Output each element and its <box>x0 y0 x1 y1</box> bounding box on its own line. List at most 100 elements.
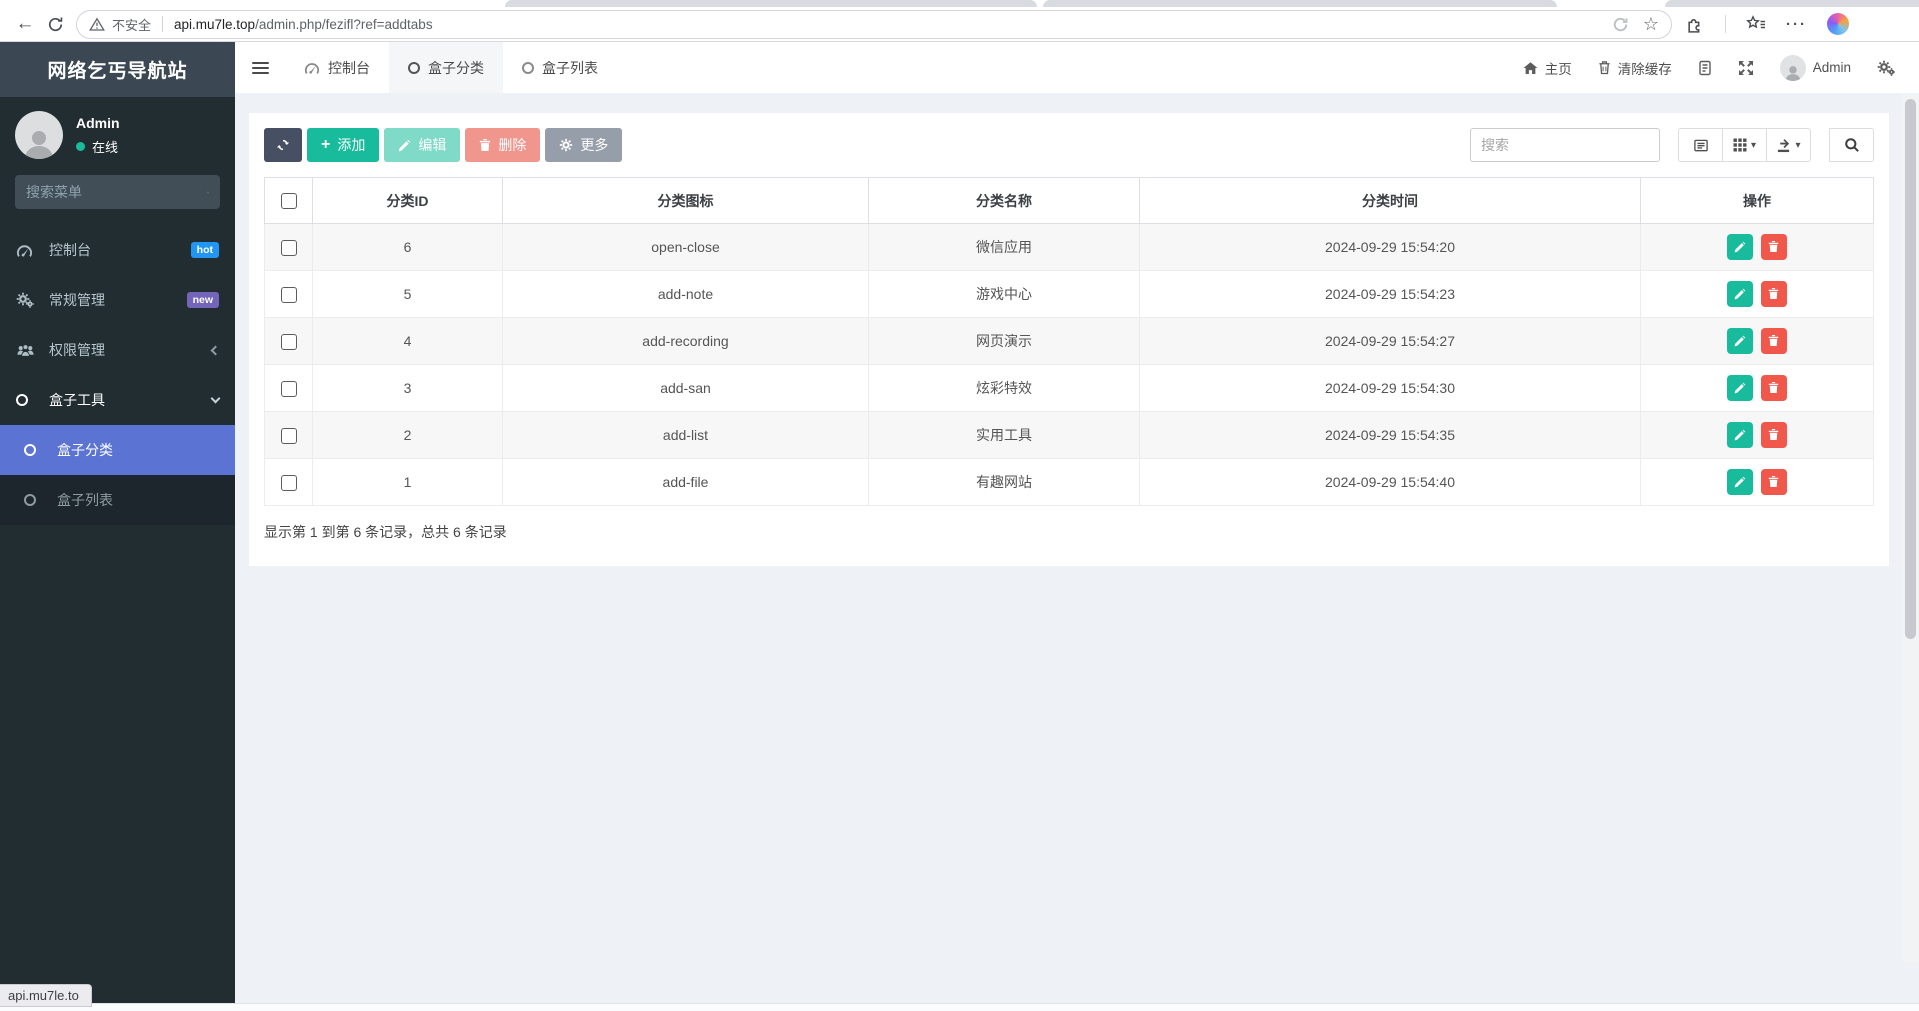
scrollbar-thumb[interactable] <box>1905 99 1916 639</box>
row-edit-button[interactable] <box>1727 328 1753 354</box>
refresh-button[interactable] <box>264 128 302 162</box>
url-host: api.mu7le.top <box>174 17 255 32</box>
clear-cache-button[interactable]: 清除缓存 <box>1598 58 1672 78</box>
more-button[interactable]: 更多 <box>545 128 622 162</box>
row-checkbox-cell <box>265 224 313 271</box>
sidebar-item-label: 权限管理 <box>49 340 105 360</box>
refresh-icon <box>276 138 290 152</box>
caret-down-icon: ▾ <box>1751 140 1756 151</box>
cell-category-icon: open-close <box>503 224 869 271</box>
cell-operations <box>1641 412 1874 459</box>
search-icon[interactable] <box>207 185 209 200</box>
circle-o-icon <box>408 62 420 74</box>
sidebar-item-permissions[interactable]: 权限管理 <box>0 325 235 375</box>
tab-label: 控制台 <box>328 58 370 78</box>
detail-view-button[interactable] <box>1678 128 1723 162</box>
user-menu[interactable]: Admin <box>1780 55 1851 81</box>
data-panel: + 添加 编辑 删除 <box>249 113 1889 566</box>
columns-view-button[interactable]: ▾ <box>1722 128 1767 162</box>
extensions-icon[interactable] <box>1686 15 1705 34</box>
cell-operations <box>1641 271 1874 318</box>
home-link[interactable]: 主页 <box>1523 58 1572 78</box>
export-button[interactable]: ▾ <box>1766 128 1811 162</box>
security-label: 不安全 <box>112 15 151 34</box>
favorites-bar-icon[interactable] <box>1746 15 1766 33</box>
row-delete-button[interactable] <box>1761 328 1787 354</box>
sidebar-item-label: 常规管理 <box>49 290 105 310</box>
row-checkbox[interactable] <box>281 240 297 256</box>
sidebar-item-general[interactable]: 常规管理 new <box>0 275 235 325</box>
header-checkbox-cell <box>265 178 313 224</box>
gears-icon <box>16 292 40 308</box>
online-label: 在线 <box>92 137 118 156</box>
row-checkbox[interactable] <box>281 428 297 444</box>
page-scrollbar[interactable] <box>1902 93 1919 962</box>
fullscreen-button[interactable] <box>1738 60 1754 76</box>
sidebar-toggle-button[interactable] <box>235 42 285 93</box>
cell-category-time: 2024-09-29 15:54:27 <box>1140 318 1641 365</box>
column-header-id: 分类ID <box>313 178 503 224</box>
select-all-checkbox[interactable] <box>281 193 297 209</box>
cell-category-icon: add-note <box>503 271 869 318</box>
column-header-name: 分类名称 <box>869 178 1140 224</box>
more-label: 更多 <box>580 135 608 155</box>
home-icon <box>1523 61 1538 75</box>
settings-button[interactable] <box>1877 60 1895 76</box>
row-checkbox[interactable] <box>281 381 297 397</box>
edit-button[interactable]: 编辑 <box>384 128 460 162</box>
row-delete-button[interactable] <box>1761 375 1787 401</box>
row-delete-button[interactable] <box>1761 469 1787 495</box>
row-checkbox[interactable] <box>281 475 297 491</box>
row-edit-button[interactable] <box>1727 234 1753 260</box>
sidebar-menu: 控制台 hot 常规管理 <box>0 225 235 525</box>
sidebar-item-box-category[interactable]: 盒子分类 <box>0 425 235 475</box>
hot-badge: hot <box>191 242 219 258</box>
back-icon: ← <box>16 13 35 35</box>
user-status: 在线 <box>76 137 120 156</box>
sidebar-item-dashboard[interactable]: 控制台 hot <box>0 225 235 275</box>
add-button[interactable]: + 添加 <box>307 128 379 162</box>
bottom-strip <box>0 1003 1919 1011</box>
browser-tab-silhouette[interactable] <box>1665 0 1919 7</box>
cell-category-id: 1 <box>313 459 503 506</box>
bookmark-star-icon[interactable]: ☆ <box>1643 15 1659 33</box>
grid-icon <box>1733 138 1747 152</box>
user-avatar[interactable] <box>15 111 63 159</box>
row-delete-button[interactable] <box>1761 281 1787 307</box>
table-row: 3 add-san 炫彩特效 2024-09-29 15:54:30 <box>265 365 1874 412</box>
browser-menu-icon[interactable]: ··· <box>1786 16 1807 33</box>
row-edit-button[interactable] <box>1727 469 1753 495</box>
row-edit-button[interactable] <box>1727 375 1753 401</box>
row-checkbox[interactable] <box>281 287 297 303</box>
row-edit-button[interactable] <box>1727 281 1753 307</box>
browser-tab-silhouette[interactable] <box>1043 0 1557 7</box>
reload-icon <box>47 16 64 33</box>
reload-button[interactable] <box>40 9 70 39</box>
back-button[interactable]: ← <box>10 9 40 39</box>
advanced-search-button[interactable] <box>1829 128 1874 162</box>
sidebar-search-input[interactable] <box>26 184 207 200</box>
tab-box-category[interactable]: 盒子分类 <box>389 42 503 93</box>
row-delete-button[interactable] <box>1761 422 1787 448</box>
users-icon <box>16 343 40 358</box>
trash-icon <box>1768 287 1779 300</box>
language-doc-button[interactable] <box>1698 60 1712 76</box>
address-bar[interactable]: 不安全 api.mu7le.top/admin.php/fezifl?ref=a… <box>76 10 1672 39</box>
sidebar-item-box-list[interactable]: 盒子列表 <box>0 475 235 525</box>
add-label: 添加 <box>337 135 365 155</box>
tab-dashboard[interactable]: 控制台 <box>285 42 389 93</box>
cell-category-icon: add-file <box>503 459 869 506</box>
sidebar-item-box-tools[interactable]: 盒子工具 <box>0 375 235 425</box>
tab-box-list[interactable]: 盒子列表 <box>503 42 617 93</box>
row-edit-button[interactable] <box>1727 422 1753 448</box>
table-search-input[interactable] <box>1470 128 1660 162</box>
browser-tab-silhouette[interactable] <box>505 0 1037 7</box>
cell-category-id: 4 <box>313 318 503 365</box>
delete-button[interactable]: 删除 <box>465 128 540 162</box>
row-delete-button[interactable] <box>1761 234 1787 260</box>
page-refresh-icon[interactable] <box>1612 16 1629 33</box>
row-checkbox[interactable] <box>281 334 297 350</box>
copilot-icon[interactable] <box>1827 13 1849 35</box>
user-avatar <box>1780 55 1806 81</box>
cell-operations <box>1641 459 1874 506</box>
